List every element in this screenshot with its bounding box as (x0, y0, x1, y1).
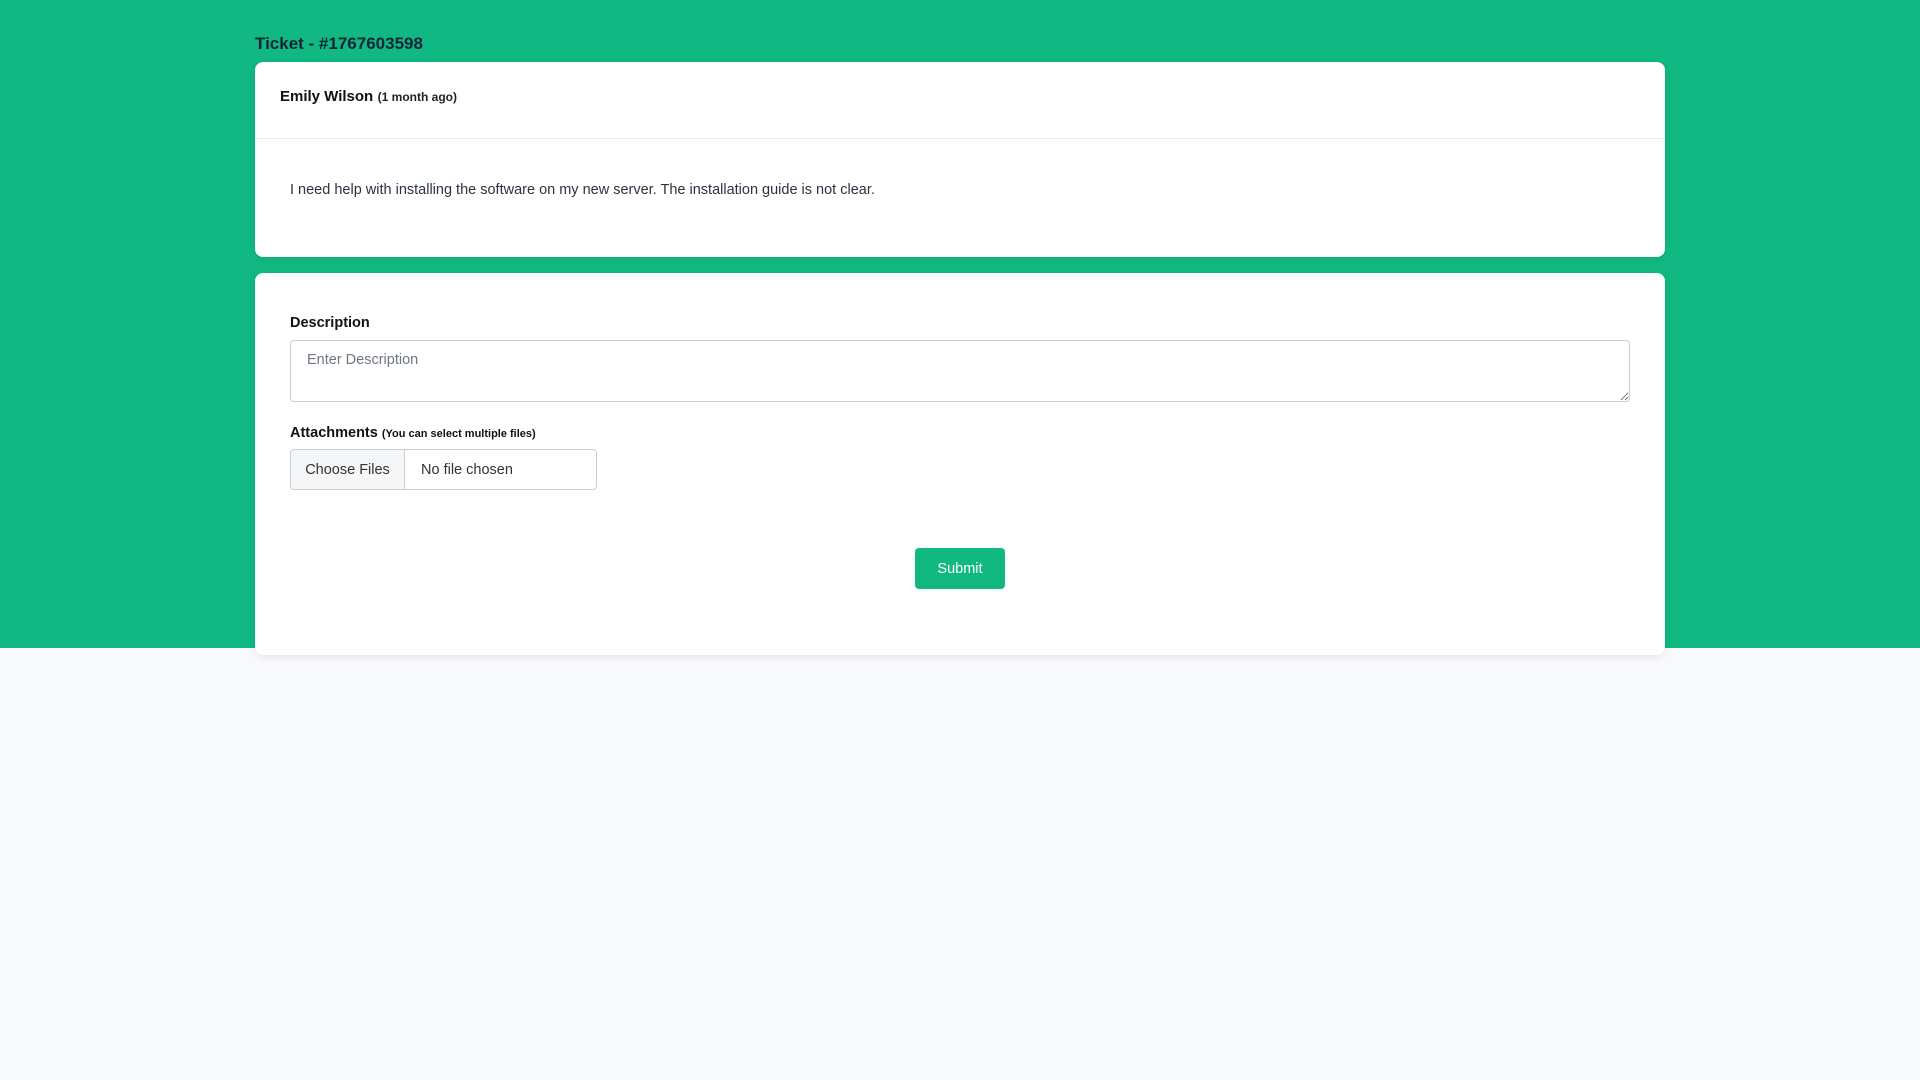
submit-row: Submit (290, 548, 1630, 589)
attachments-label-text: Attachments (290, 425, 378, 441)
message-time: (1 month ago) (377, 90, 457, 104)
file-status: No file chosen (421, 461, 513, 478)
file-input[interactable]: Choose Files No file chosen (290, 449, 597, 490)
description-label: Description (290, 315, 370, 331)
attachments-hint: (You can select multiple files) (381, 428, 536, 440)
choose-files-button[interactable]: Choose Files (291, 450, 405, 489)
message-body: I need help with installing the software… (290, 182, 875, 198)
attachments-label: Attachments (You can select multiple fil… (290, 425, 1630, 441)
message-card: Emily Wilson (1 month ago) I need help w… (255, 62, 1665, 257)
description-field[interactable] (290, 340, 1630, 402)
submit-button[interactable]: Submit (915, 548, 1005, 589)
page-title: Ticket - #1767603598 (255, 34, 423, 53)
message-header: Emily Wilson (1 month ago) (255, 62, 1665, 139)
author-name: Emily Wilson (280, 88, 374, 105)
reply-form: Description Attachments (You can select … (255, 273, 1665, 655)
